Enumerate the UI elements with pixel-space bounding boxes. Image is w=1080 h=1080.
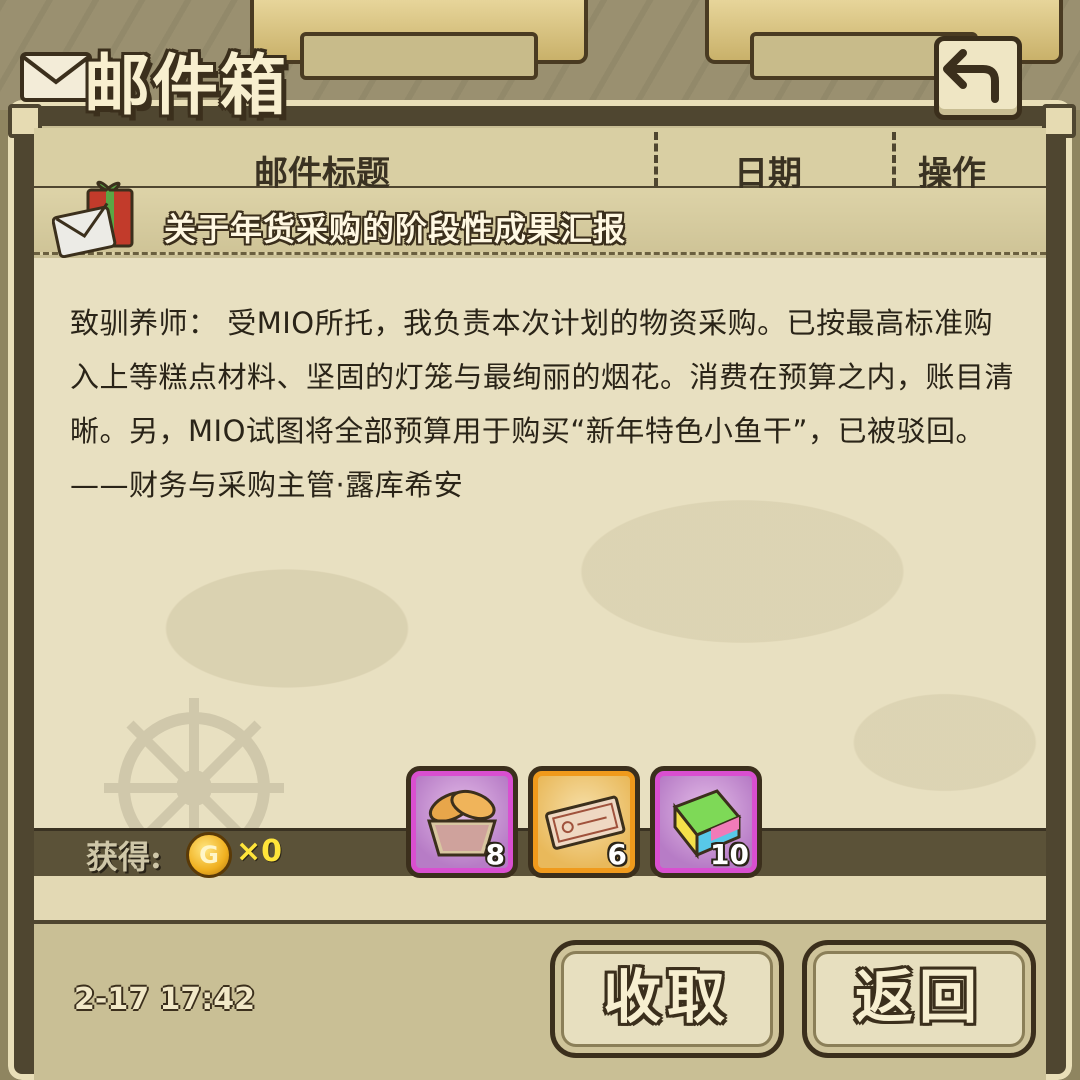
background-plank [300,32,538,80]
column-header: 邮件标题 日期 操作 [34,128,1046,194]
back-button-label: 返回 [854,963,983,1031]
claim-button[interactable]: 收取 [550,940,784,1058]
gain-label: 获得: [86,838,162,876]
return-arrow-icon [943,49,999,103]
mail-subject: 关于年货采购的阶段性成果汇报 [164,210,627,248]
return-arrow-button[interactable] [934,36,1022,120]
mailbox-title: 邮件箱 [14,18,334,124]
item-count: 6 [607,838,627,871]
frame-stud [1042,104,1076,138]
mail-date: 2-17 17:42 [74,982,256,1017]
coin-count: ×0 [236,834,283,869]
item-count: 8 [485,838,505,871]
mail-subject-row: 关于年货采购的阶段性成果汇报 [34,180,1046,259]
reward-band-lower [34,876,1046,924]
mail-content-area[interactable]: 致驯养师： 受MIO所托，我负责本次计划的物资采购。已按最高标准购入上等糕点材料… [34,258,1046,878]
coin-letter: G [199,841,219,869]
claim-button-label: 收取 [602,963,731,1031]
gift-mail-icon [52,180,134,259]
reward-item-ticket[interactable]: 6 [528,766,640,878]
gold-coin-icon: G [186,832,232,878]
column-divider [892,132,896,186]
page-title: 邮件箱 [84,46,288,124]
column-divider [654,132,658,186]
mail-body-text: 致驯养师： 受MIO所托，我负责本次计划的物资采购。已按最高标准购入上等糕点材料… [70,306,1015,502]
item-count: 10 [710,838,749,871]
reward-item-bread[interactable]: 8 [406,766,518,878]
back-button[interactable]: 返回 [802,940,1036,1058]
reward-item-book[interactable]: 10 [650,766,762,878]
